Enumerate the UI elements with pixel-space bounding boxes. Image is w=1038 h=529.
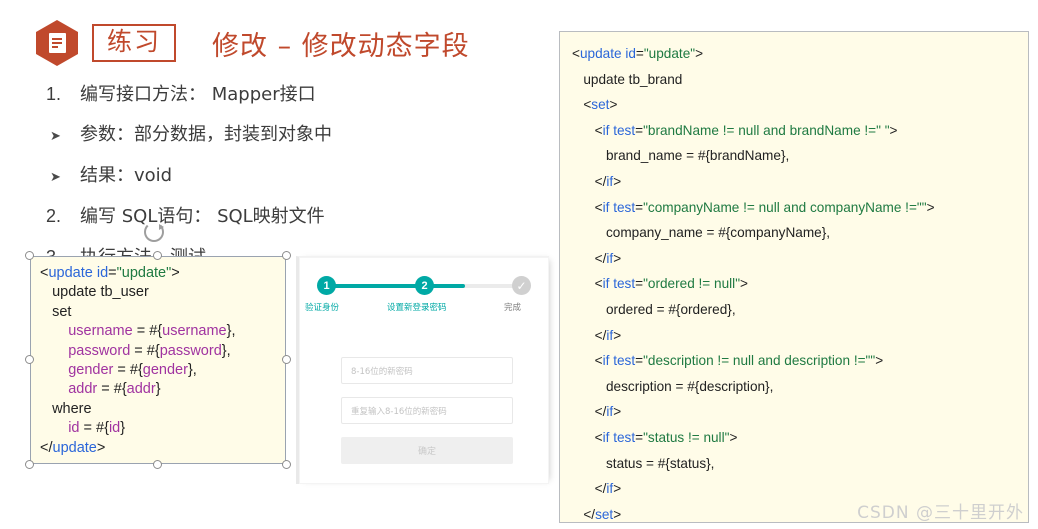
stepper-label-3: 完成 [504,303,522,313]
stepper-label-2: 设置新登录密码 [387,303,447,313]
slide-header: 练习 修改 – 修改动态字段 [36,20,470,66]
right-code-block: <update id="update"> update tb_brand <se… [559,31,1029,523]
practice-badge-label: 练习 [92,23,177,63]
submit-button[interactable]: 确定 [341,437,513,464]
list-item: 2. 编写 SQL语句： SQL映射文件 [46,204,466,229]
left-code-object[interactable]: <update id="update"> update tb_user set … [25,251,291,469]
list-item: 1. 编写接口方法： Mapper接口 [46,82,466,107]
stepper-label-1: 验证身份 [305,303,340,313]
list-marker: ➤ [50,168,61,184]
resize-handle-bottom-right[interactable] [282,460,291,469]
glyph-line [52,42,62,44]
stepper: 1 2 ✓ 验证身份 设置新登录密码 完成 [299,271,549,319]
page-title: 修改 – 修改动态字段 [212,30,470,62]
list-marker: ➤ [50,128,61,144]
document-glyph [48,33,66,53]
password-form: 8-16位的新密码 重复输入8-16位的新密码 确定 [341,357,513,464]
resize-handle-top-center[interactable] [153,251,162,260]
confirm-password-field[interactable]: 重复输入8-16位的新密码 [341,397,513,424]
resize-handle-bottom-left[interactable] [25,460,34,469]
list-item: ➤ 参数：部分数据，封装到对象中 [46,123,466,147]
confirm-password-placeholder: 重复输入8-16位的新密码 [351,406,447,417]
resize-handle-middle-right[interactable] [282,355,291,364]
resize-handle-middle-left[interactable] [25,355,34,364]
list-item-label: 编写接口方法： Mapper接口 [80,84,316,105]
glyph-line [52,46,58,48]
check-icon: ✓ [516,278,527,293]
glyph-line [52,38,62,40]
list-marker: 2. [46,205,62,226]
rotate-cursor-icon [144,222,164,242]
new-password-placeholder: 8-16位的新密码 [351,366,413,377]
left-code-block: <update id="update"> update tb_user set … [30,256,286,464]
list-item: ➤ 结果：void [46,164,466,188]
stepper-node-2[interactable]: 2 [415,276,434,295]
stepper-node-3[interactable]: ✓ [512,276,531,295]
new-password-field[interactable]: 8-16位的新密码 [341,357,513,384]
submit-button-label: 确定 [417,447,436,457]
stepper-node-1-badge: 1 [323,279,330,292]
stepper-progress [326,284,466,288]
stepper-node-1[interactable]: 1 [317,276,336,295]
slide-canvas: 练习 修改 – 修改动态字段 1. 编写接口方法： Mapper接口 ➤ 参数：… [0,0,1038,529]
stepper-node-2-badge: 2 [421,279,428,292]
list-item-label: 编写 SQL语句： SQL映射文件 [80,205,325,227]
list-marker: 1. [46,84,62,104]
list-item-label: 参数：部分数据，封装到对象中 [80,124,332,146]
list-item-label: 结果：void [80,164,173,186]
watermark: CSDN @三十里开外 [857,503,1024,523]
resize-handle-top-left[interactable] [25,251,34,260]
resize-handle-top-right[interactable] [282,251,291,260]
password-reset-screenshot: 1 2 ✓ 验证身份 设置新登录密码 完成 8-16位的新密码 重复输入8-16… [296,256,549,484]
resize-handle-bottom-center[interactable] [153,460,162,469]
document-list-icon [36,20,78,66]
